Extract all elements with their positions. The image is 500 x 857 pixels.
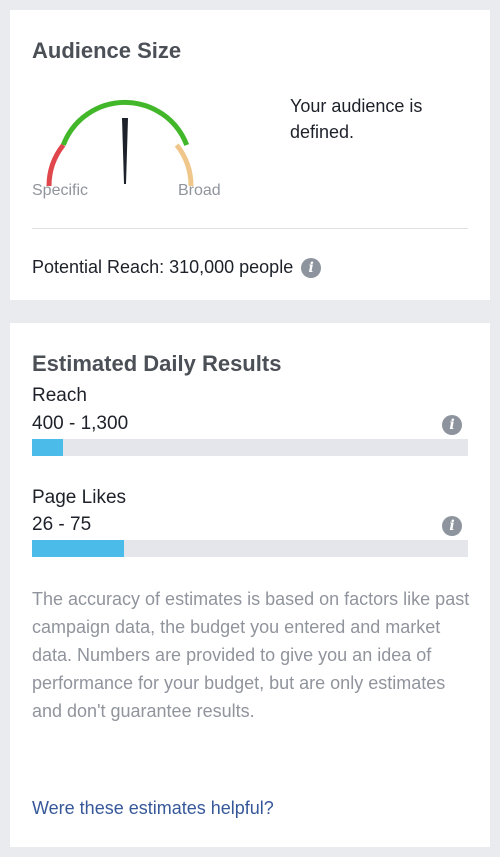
estimates-disclaimer: The accuracy of estimates is based on fa…: [32, 589, 470, 721]
audience-size-title: Audience Size: [32, 38, 182, 63]
reach-bar: [32, 439, 468, 456]
reach-info-icon[interactable]: i: [442, 415, 462, 435]
estimated-daily-results-card: Estimated Daily Results Reach 400 - 1,30…: [10, 323, 490, 847]
audience-status-text: Your audience is defined.: [290, 96, 423, 142]
page-likes-label: Page Likes: [32, 487, 127, 508]
reach-range: 400 - 1,300: [32, 413, 129, 434]
reach-label: Reach: [32, 385, 87, 406]
gauge-arc-specific: [46, 143, 66, 187]
gauge-needle: [122, 118, 128, 184]
gauge-arc-broad: [174, 143, 194, 187]
gauge-label-broad: Broad: [178, 182, 221, 199]
estimates-feedback-link[interactable]: Were these estimates helpful?: [32, 798, 274, 819]
audience-gauge: [46, 99, 194, 187]
reach-bar-fill: [32, 439, 63, 456]
info-icon[interactable]: i: [301, 257, 322, 278]
potential-reach-row: Potential Reach: 310,000 people i: [32, 257, 322, 278]
estimated-daily-results-title: Estimated Daily Results: [32, 351, 282, 376]
gauge-label-specific: Specific: [32, 182, 89, 199]
page-likes-info-icon[interactable]: i: [442, 516, 462, 536]
potential-reach-text: Potential Reach: 310,000 people: [32, 257, 294, 277]
page-likes-bar-fill: [32, 540, 124, 557]
divider: [32, 228, 468, 229]
page-likes-range: 26 - 75: [32, 514, 92, 535]
page-likes-bar: [32, 540, 468, 557]
audience-size-card: Audience Size Specific Broad Your audien…: [10, 10, 490, 300]
